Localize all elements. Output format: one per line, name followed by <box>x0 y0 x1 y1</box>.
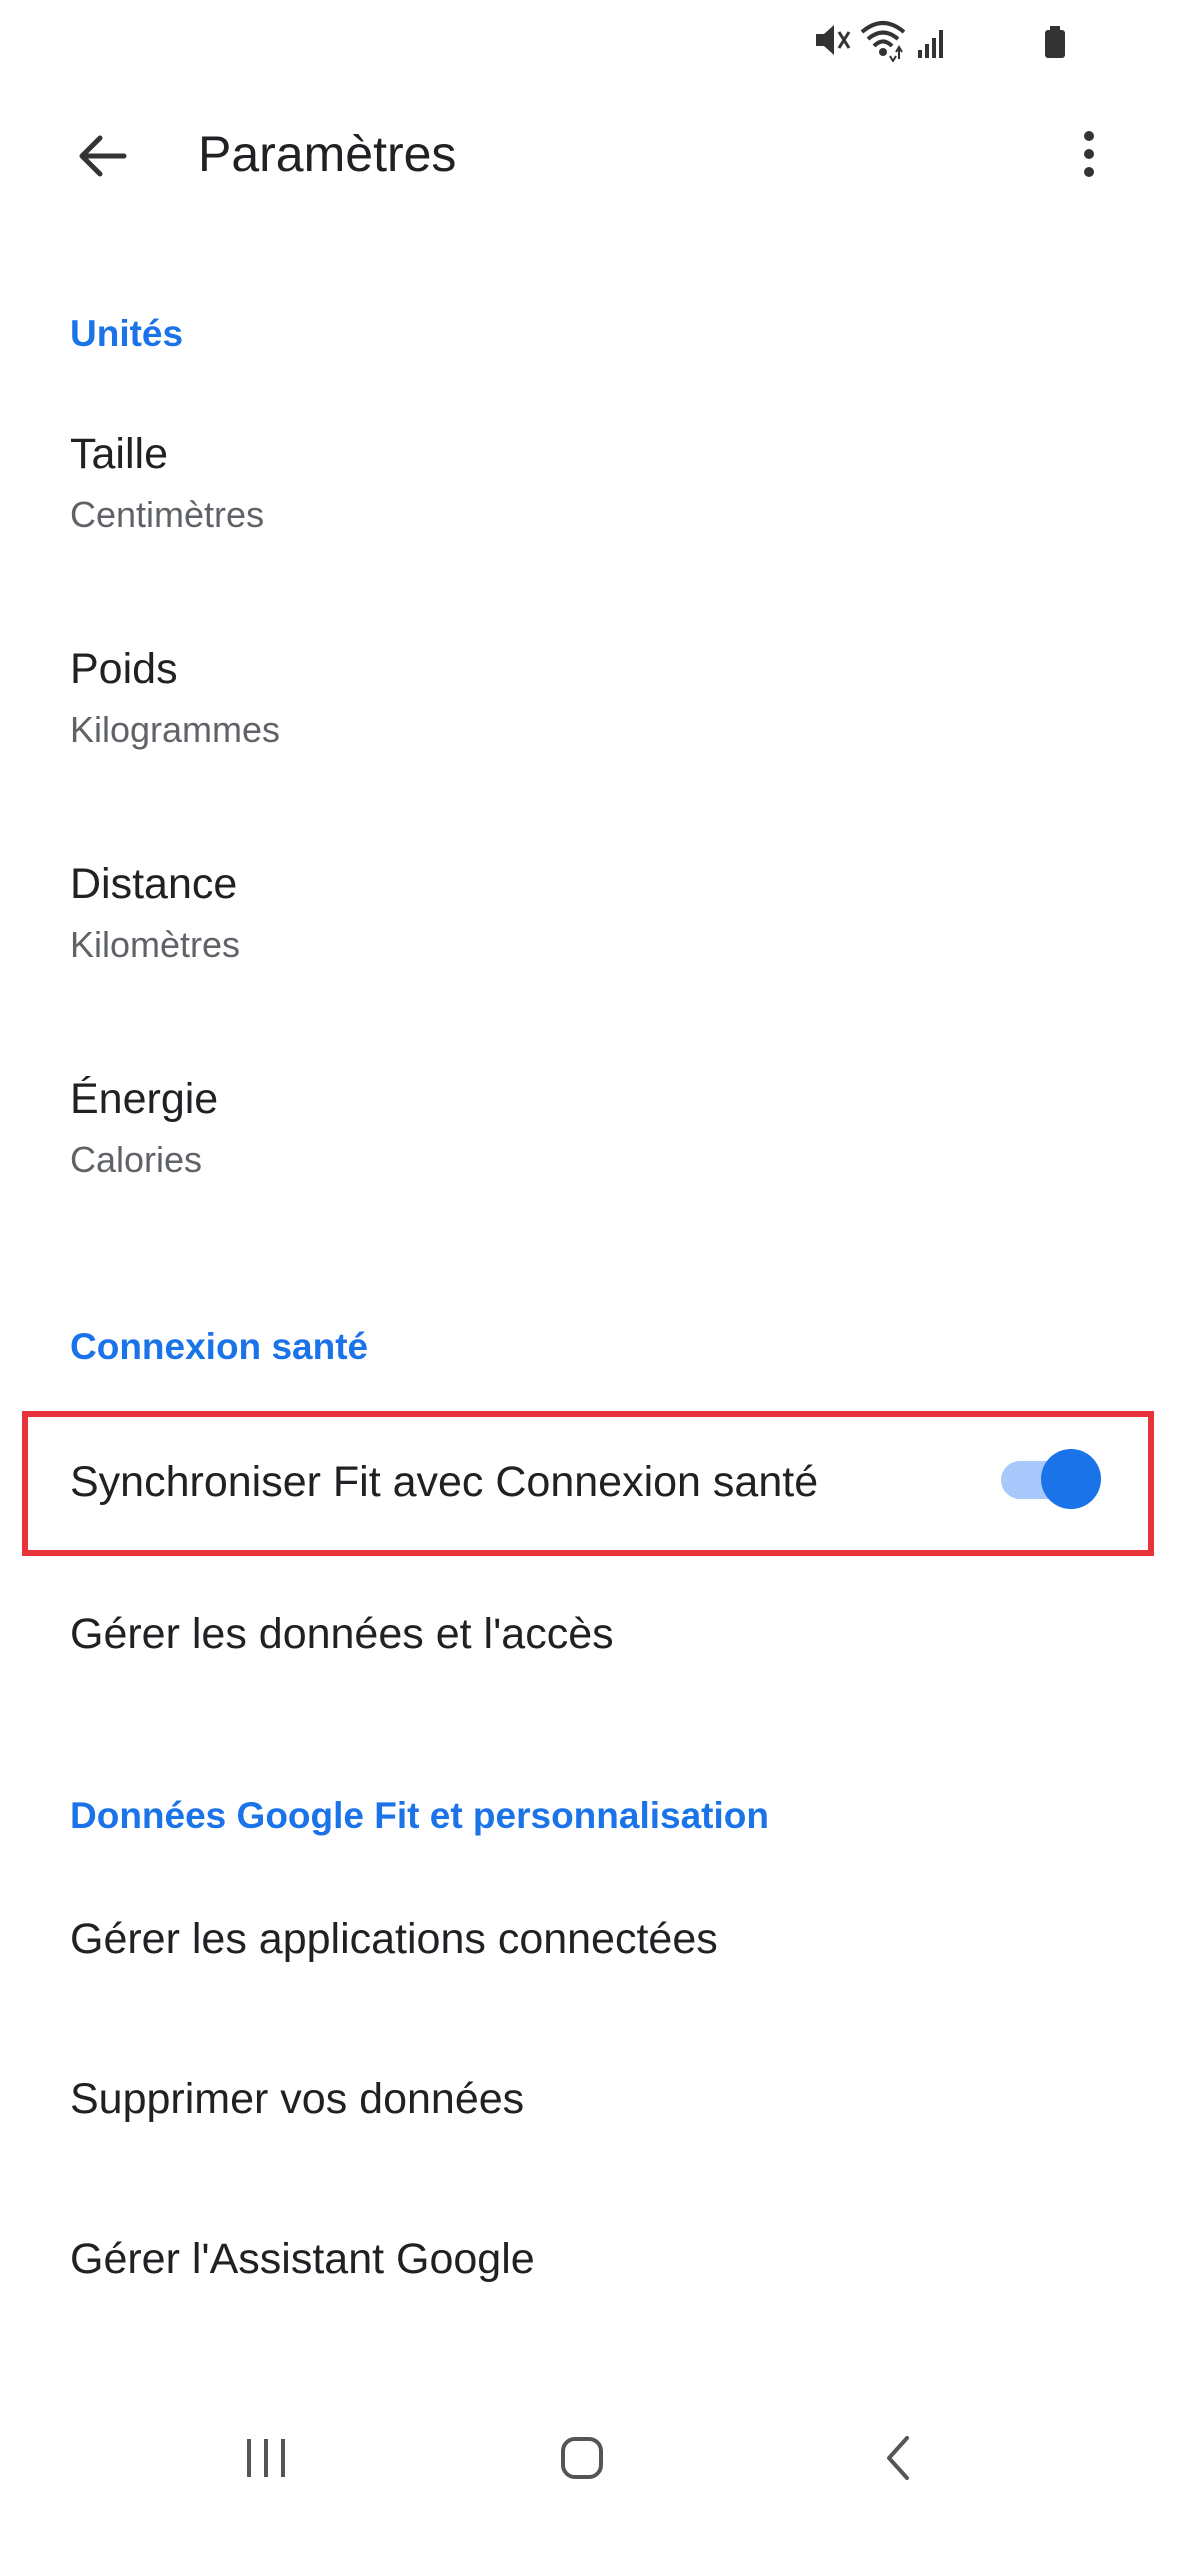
item-title: Énergie <box>70 1075 219 1123</box>
list-item-weight[interactable]: Poids Kilogrammes <box>0 635 1179 795</box>
item-subtitle: Calories <box>70 1139 203 1180</box>
back-nav-button[interactable] <box>848 2420 948 2500</box>
section-header-units: Unités <box>70 313 184 354</box>
item-title: Gérer l'Assistant Google <box>70 2235 535 2283</box>
item-title: Taille <box>70 430 168 478</box>
item-title: Gérer les données et l'accès <box>70 1610 614 1658</box>
item-title: Gérer les applications connectées <box>70 1915 718 1963</box>
item-subtitle: Centimètres <box>70 494 265 535</box>
list-item-energy[interactable]: Énergie Calories <box>0 1065 1179 1225</box>
more-options-button[interactable] <box>1049 116 1129 196</box>
mute-icon <box>812 18 852 67</box>
arrow-left-icon <box>74 128 130 189</box>
recents-icon <box>241 2433 291 2488</box>
list-item-manage-data-access[interactable]: Gérer les données et l'accès <box>0 1590 1179 1700</box>
toggle-thumb <box>1041 1449 1101 1509</box>
sync-toggle[interactable] <box>1001 1449 1101 1509</box>
status-bar <box>0 0 1179 90</box>
wifi-icon <box>858 18 908 67</box>
status-icons <box>0 18 1179 78</box>
recents-button[interactable] <box>216 2420 316 2500</box>
list-item-delete-data[interactable]: Supprimer vos données <box>0 2055 1179 2165</box>
item-title: Distance <box>70 860 238 908</box>
section-header-health-connect: Connexion santé <box>70 1326 369 1367</box>
list-item-connected-apps[interactable]: Gérer les applications connectées <box>0 1895 1179 2005</box>
page-title: Paramètres <box>198 126 457 182</box>
list-item-height[interactable]: Taille Centimètres <box>0 420 1179 580</box>
signal-icon <box>916 18 948 67</box>
item-subtitle: Kilomètres <box>70 924 241 965</box>
list-item-distance[interactable]: Distance Kilomètres <box>0 850 1179 1010</box>
more-vert-icon <box>1079 126 1099 187</box>
sync-label: Synchroniser Fit avec Connexion santé <box>70 1458 819 1506</box>
item-title: Poids <box>70 645 178 693</box>
home-button[interactable] <box>532 2420 632 2500</box>
back-nav-icon <box>873 2433 923 2488</box>
app-bar: Paramètres <box>0 100 1179 210</box>
back-button[interactable] <box>62 118 142 198</box>
item-subtitle: Kilogrammes <box>70 709 281 750</box>
section-header-google-fit: Données Google Fit et personnalisation <box>70 1795 769 1836</box>
home-icon <box>557 2433 607 2488</box>
settings-screen: Paramètres Unités Taille Centimètres Poi… <box>0 0 1179 2556</box>
system-nav-bar <box>0 2400 1179 2510</box>
list-item-google-assistant[interactable]: Gérer l'Assistant Google <box>0 2215 1179 2325</box>
battery-icon <box>1042 18 1068 67</box>
item-title: Supprimer vos données <box>70 2075 525 2123</box>
